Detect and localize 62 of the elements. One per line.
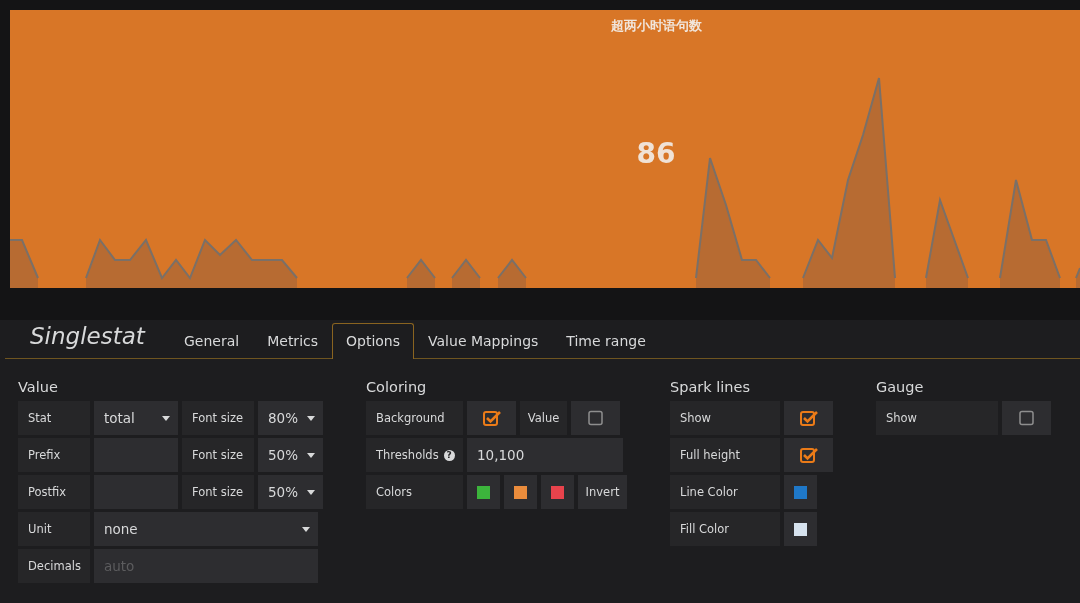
tab[interactable]: Metrics bbox=[253, 323, 332, 359]
color-picker[interactable] bbox=[784, 512, 817, 546]
field-label: Full height bbox=[670, 438, 780, 472]
color-picker[interactable] bbox=[541, 475, 574, 509]
help-icon[interactable]: ? bbox=[443, 449, 455, 461]
section-heading: Gauge bbox=[876, 379, 925, 395]
sparkline-segment bbox=[406, 258, 436, 288]
field-label: Background bbox=[366, 401, 463, 435]
tab[interactable]: General bbox=[170, 323, 254, 359]
sparkline-segment bbox=[1075, 267, 1080, 288]
field-label: Line Color bbox=[670, 475, 780, 509]
caret-icon bbox=[307, 489, 315, 495]
checkbox[interactable] bbox=[784, 401, 833, 435]
field-label: Colors bbox=[366, 475, 463, 509]
tab[interactable]: Value Mappings bbox=[414, 323, 553, 359]
dropdown[interactable]: none bbox=[94, 512, 318, 546]
dropdown[interactable]: 80% bbox=[258, 401, 323, 435]
invert-button[interactable]: Invert bbox=[578, 475, 627, 509]
empty-box-icon bbox=[1017, 410, 1036, 426]
checked-box-icon bbox=[799, 410, 818, 426]
checkbox[interactable] bbox=[784, 438, 833, 472]
field-label: Fill Color bbox=[670, 512, 780, 546]
color-picker[interactable] bbox=[504, 475, 537, 509]
panel-title: 超两小时语句数 bbox=[610, 17, 702, 35]
field-label: Decimals bbox=[18, 549, 90, 583]
empty-box-icon bbox=[586, 410, 605, 426]
checkbox[interactable] bbox=[467, 401, 516, 435]
section-heading: Coloring bbox=[366, 379, 428, 395]
section-heading: Spark lines bbox=[670, 379, 751, 395]
field-label: Show bbox=[876, 401, 998, 435]
color-picker[interactable] bbox=[784, 475, 817, 509]
tab[interactable]: Time range bbox=[552, 323, 660, 359]
checked-box-icon bbox=[482, 410, 501, 426]
sparkline-segment bbox=[451, 258, 481, 288]
field-label: Font size bbox=[182, 475, 254, 509]
field-label: Postfix bbox=[18, 475, 90, 509]
caret-icon bbox=[302, 526, 310, 532]
checkbox[interactable] bbox=[571, 401, 620, 435]
caret-icon bbox=[307, 452, 315, 458]
checkbox[interactable] bbox=[1002, 401, 1051, 435]
color-picker[interactable] bbox=[467, 475, 500, 509]
field-label: Value bbox=[520, 401, 567, 435]
editor-title: Singlestat bbox=[29, 323, 147, 351]
text-input[interactable]: 10,100 bbox=[467, 438, 623, 472]
field-label: Thresholds bbox=[376, 448, 439, 462]
section-heading: Value bbox=[18, 379, 59, 395]
checked-box-icon bbox=[799, 447, 818, 463]
caret-icon bbox=[162, 415, 170, 421]
field-label: Prefix bbox=[18, 438, 90, 472]
field-label: Show bbox=[670, 401, 780, 435]
field-label: Unit bbox=[18, 512, 90, 546]
field-label: Font size bbox=[182, 401, 254, 435]
field-label: Font size bbox=[182, 438, 254, 472]
sparkline-segment bbox=[497, 258, 527, 288]
caret-icon bbox=[307, 415, 315, 421]
dropdown[interactable]: total bbox=[94, 401, 178, 435]
stat-value: 86 bbox=[636, 137, 676, 170]
dropdown[interactable]: 50% bbox=[258, 438, 323, 472]
tab[interactable]: Options bbox=[332, 323, 415, 359]
sparkline-segment bbox=[10, 239, 39, 288]
dropdown[interactable]: 50% bbox=[258, 475, 323, 509]
field-label: Stat bbox=[18, 401, 90, 435]
